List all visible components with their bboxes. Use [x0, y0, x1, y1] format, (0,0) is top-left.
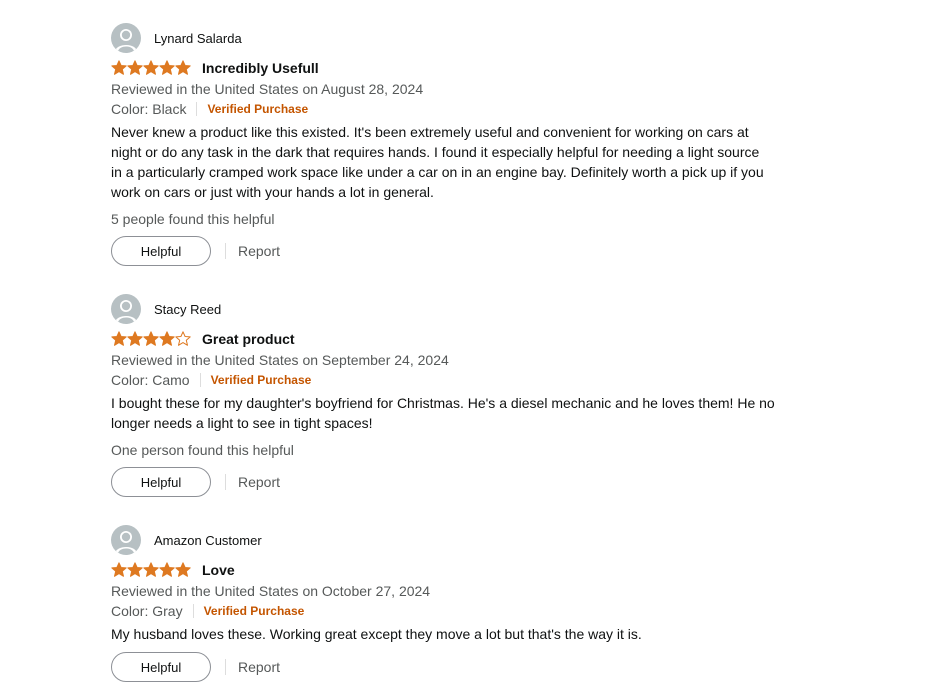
divider	[196, 102, 198, 116]
review-item: Amazon Customer Love Reviewed in the Uni…	[111, 525, 811, 682]
divider	[199, 373, 201, 387]
review-title[interactable]: Great product	[202, 331, 295, 347]
review-body: Never knew a product like this existed. …	[111, 124, 764, 200]
helpful-button[interactable]: Helpful	[111, 467, 211, 497]
reviewer-profile[interactable]: Stacy Reed	[111, 294, 811, 324]
star-filled-icon	[127, 60, 143, 75]
helpful-button[interactable]: Helpful	[111, 652, 211, 682]
reviewer-name: Stacy Reed	[154, 301, 222, 317]
review-date: Reviewed in the United States on October…	[111, 583, 431, 599]
review-body: My husband loves these. Working great ex…	[111, 626, 642, 642]
star-filled-icon	[143, 331, 159, 346]
helpful-count: One person found this helpful	[111, 442, 294, 458]
verified-purchase-badge[interactable]: Verified Purchase	[204, 601, 305, 621]
star-empty-icon	[175, 331, 191, 346]
star-filled-icon	[111, 562, 127, 577]
report-link[interactable]: Report	[238, 243, 280, 259]
helpful-count: 5 people found this helpful	[111, 211, 275, 227]
product-variant[interactable]: Color: Black	[111, 99, 186, 119]
star-rating[interactable]	[111, 562, 191, 578]
star-filled-icon	[143, 60, 159, 75]
review-title[interactable]: Incredibly Usefull	[202, 60, 319, 76]
star-filled-icon	[127, 331, 143, 346]
product-variant[interactable]: Color: Camo	[111, 370, 190, 390]
star-filled-icon	[111, 331, 127, 346]
review-date: Reviewed in the United States on Septemb…	[111, 352, 449, 368]
review-item: Lynard Salarda Incredibly Usefull Review…	[111, 23, 811, 266]
reviewer-profile[interactable]: Lynard Salarda	[111, 23, 811, 53]
reviewer-profile[interactable]: Amazon Customer	[111, 525, 811, 555]
review-date: Reviewed in the United States on August …	[111, 81, 424, 97]
divider	[225, 243, 226, 259]
star-filled-icon	[159, 60, 175, 75]
star-filled-icon	[159, 562, 175, 577]
review-body: I bought these for my daughter's boyfrie…	[111, 395, 775, 431]
star-filled-icon	[175, 60, 191, 75]
divider	[225, 659, 226, 675]
avatar-icon	[111, 525, 141, 555]
avatar-icon	[111, 23, 141, 53]
helpful-button[interactable]: Helpful	[111, 236, 211, 266]
review-item: Stacy Reed Great product Reviewed in the…	[111, 294, 811, 497]
reviewer-name: Lynard Salarda	[154, 30, 242, 46]
star-filled-icon	[143, 562, 159, 577]
reviewer-name: Amazon Customer	[154, 532, 262, 548]
star-rating[interactable]	[111, 331, 191, 347]
star-rating[interactable]	[111, 60, 191, 76]
star-filled-icon	[111, 60, 127, 75]
star-filled-icon	[127, 562, 143, 577]
verified-purchase-badge[interactable]: Verified Purchase	[207, 99, 308, 119]
product-variant[interactable]: Color: Gray	[111, 601, 183, 621]
star-filled-icon	[175, 562, 191, 577]
report-link[interactable]: Report	[238, 659, 280, 675]
divider	[225, 474, 226, 490]
verified-purchase-badge[interactable]: Verified Purchase	[211, 370, 312, 390]
review-title[interactable]: Love	[202, 562, 235, 578]
avatar-icon	[111, 294, 141, 324]
star-filled-icon	[159, 331, 175, 346]
report-link[interactable]: Report	[238, 474, 280, 490]
divider	[192, 604, 194, 618]
